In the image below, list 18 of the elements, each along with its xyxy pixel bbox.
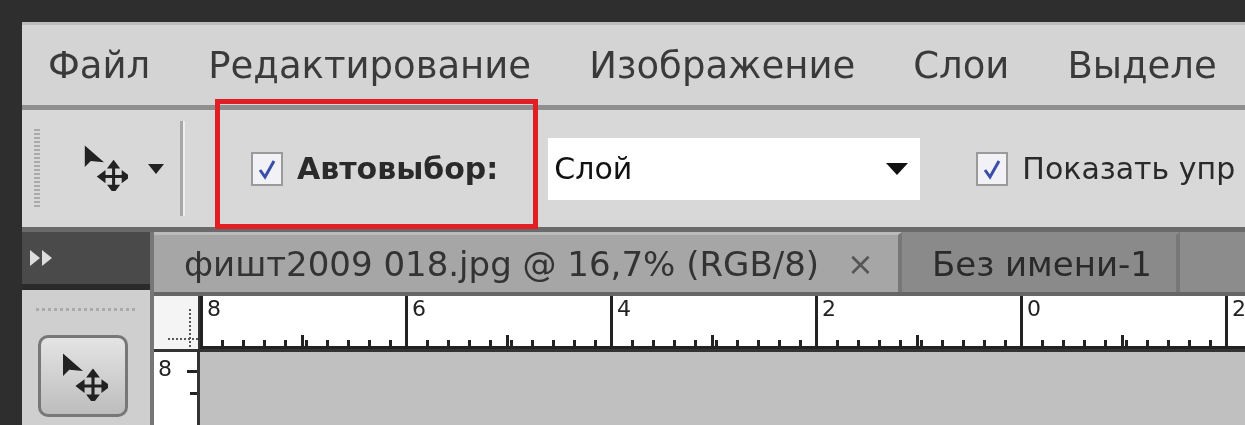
ruler-label: 6 <box>411 296 426 322</box>
document-tab[interactable]: фишт2009 018.jpg @ 16,7% (RGB/8) × <box>154 232 902 292</box>
menu-item[interactable]: Выделе <box>1067 43 1217 87</box>
dropdown[interactable]: Слой <box>548 137 921 200</box>
ruler-label: 2 <box>1231 296 1245 322</box>
menu-item[interactable]: Файл <box>48 43 151 87</box>
ruler-label: 8 <box>157 356 172 381</box>
checkbox-label: Автовыбор: <box>297 151 499 186</box>
menu-item[interactable]: Изображение <box>589 43 856 87</box>
checkbox-label: Показать упр <box>1022 151 1236 186</box>
menu-item[interactable]: Редактирование <box>208 43 532 87</box>
ruler-label: 0 <box>1026 296 1041 322</box>
ruler-label: 2 <box>821 296 836 322</box>
tab-title: Без имени-1 <box>931 243 1152 284</box>
tab-title: фишт2009 018.jpg @ 16,7% (RGB/8) <box>184 243 820 284</box>
ruler-label: 8 <box>206 296 221 322</box>
menu-item[interactable]: Слои <box>913 43 1010 87</box>
ruler-label: 4 <box>616 296 631 322</box>
